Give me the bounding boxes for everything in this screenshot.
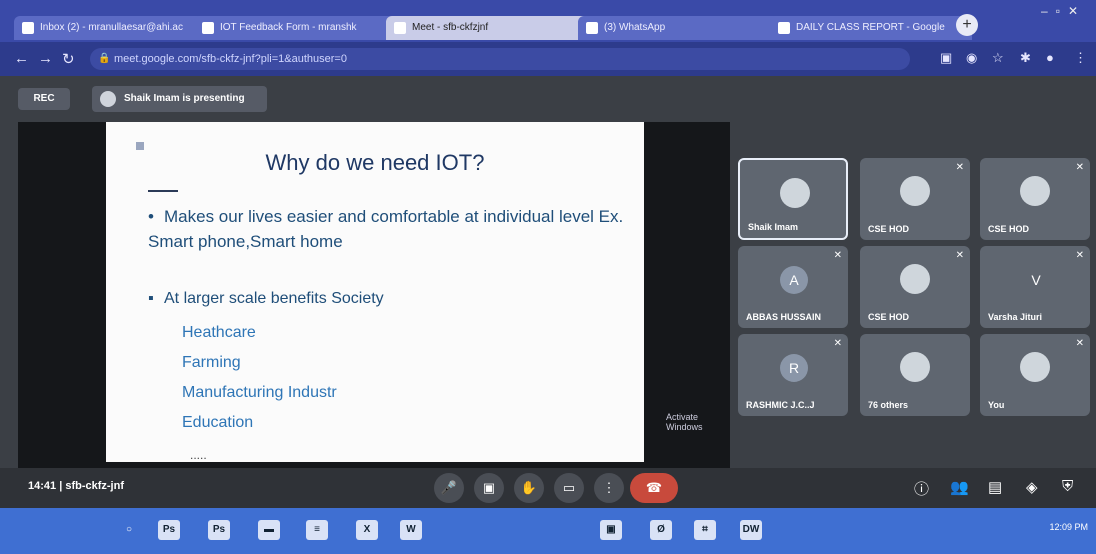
info-icon[interactable]: ⓘ bbox=[914, 478, 929, 499]
mic-off-icon: ✕ bbox=[833, 338, 842, 349]
meet-control-bar: 14:41 | sfb-ckfz-jnf 🎤 ▣ ✋ ▭ ⋮ ☎ ⓘ 👥 ▤ ◈… bbox=[0, 468, 1096, 508]
slide-subitem: Manufacturing Industr bbox=[182, 384, 337, 401]
participant-tile[interactable]: ✕ R RASHMIC J.C..J bbox=[738, 334, 848, 416]
tab-meet[interactable]: Meet - sfb-ckfzjnf × bbox=[386, 16, 596, 40]
bullet-dot: • bbox=[148, 207, 154, 226]
browser-tab-strip: Inbox (2) - mranullaesar@ahi.ac × IOT Fe… bbox=[0, 0, 1096, 42]
participant-tile[interactable]: 76 others bbox=[860, 334, 970, 416]
taskbar-app-icon[interactable]: DW bbox=[740, 520, 762, 540]
taskbar-app-icon[interactable]: Ø bbox=[650, 520, 672, 540]
slide-subitem: Heathcare bbox=[182, 324, 256, 341]
taskbar-app-icon[interactable]: ▣ bbox=[600, 520, 622, 540]
participant-photo bbox=[900, 176, 930, 206]
new-tab-button[interactable]: + bbox=[956, 14, 978, 36]
slide-subitem: Farming bbox=[182, 354, 241, 371]
taskbar-app-icon[interactable]: X bbox=[356, 520, 378, 540]
url-field[interactable]: 🔒 meet.google.com/sfb-ckfz-jnf?pli=1&aut… bbox=[90, 48, 910, 70]
bullet-square: ▪ bbox=[148, 290, 154, 307]
meet-icon bbox=[394, 22, 406, 34]
presenting-banner: Shaik Imam is presenting bbox=[92, 86, 267, 112]
participant-initial: V bbox=[1031, 272, 1041, 288]
system-clock[interactable]: 12:09 PM bbox=[1049, 522, 1088, 532]
bookmark-star-icon[interactable]: ☆ bbox=[992, 50, 1004, 66]
more-options-icon[interactable]: ⋮ bbox=[594, 473, 624, 503]
participant-initial: R bbox=[780, 354, 808, 382]
activities-icon[interactable]: ◈ bbox=[1026, 478, 1038, 496]
forward-icon[interactable]: → bbox=[38, 50, 53, 67]
meeting-code: 14:41 | sfb-ckfz-jnf bbox=[28, 480, 124, 492]
tab-daily-report[interactable]: DAILY CLASS REPORT - Google × bbox=[770, 16, 972, 40]
participant-photo bbox=[1020, 352, 1050, 382]
shared-slide: Why do we need IOT? • Makes our lives eas… bbox=[106, 122, 644, 462]
forms-icon bbox=[202, 22, 214, 34]
participant-photo bbox=[780, 178, 810, 208]
reload-icon[interactable]: ↻ bbox=[62, 50, 75, 68]
cortana-icon[interactable]: ○ bbox=[118, 520, 140, 540]
sheets-icon bbox=[778, 22, 790, 34]
participant-tile[interactable]: ✕ CSE HOD bbox=[860, 246, 970, 328]
address-bar: ← → ↻ 🔒 meet.google.com/sfb-ckfz-jnf?pli… bbox=[0, 42, 1096, 76]
end-call-button[interactable]: ☎ bbox=[630, 473, 678, 503]
slide-divider bbox=[148, 190, 178, 192]
presenter-avatar bbox=[100, 91, 116, 107]
slide-bullet-2: ▪ At larger scale benefits Society bbox=[148, 290, 384, 307]
window-controls[interactable]: –▫✕ bbox=[1041, 4, 1086, 18]
host-controls-icon[interactable]: ⛨ bbox=[1062, 478, 1073, 495]
recording-badge: REC bbox=[18, 88, 70, 110]
participant-initial: A bbox=[780, 266, 808, 294]
whatsapp-icon bbox=[586, 22, 598, 34]
raise-hand-icon[interactable]: ✋ bbox=[514, 473, 544, 503]
taskbar-app-icon[interactable]: Ps bbox=[158, 520, 180, 540]
taskbar-app-icon[interactable]: Ps bbox=[208, 520, 230, 540]
tab-iot-feedback[interactable]: IOT Feedback Form - mranshk × bbox=[194, 16, 404, 40]
extensions-icon[interactable]: ✱ bbox=[1020, 50, 1031, 66]
others-group-icon bbox=[900, 352, 930, 382]
activate-windows-watermark: Activate Windows bbox=[666, 412, 703, 432]
people-icon[interactable]: 👥 bbox=[950, 478, 969, 496]
participant-tile[interactable]: ✕ You bbox=[980, 334, 1090, 416]
profile-avatar-icon[interactable]: ● bbox=[1046, 50, 1054, 65]
tab-whatsapp[interactable]: (3) WhatsApp × bbox=[578, 16, 788, 40]
participant-tile[interactable]: ✕ V Varsha Jituri bbox=[980, 246, 1090, 328]
mic-off-icon: ✕ bbox=[1075, 338, 1084, 349]
camera-icon[interactable]: ◉ bbox=[966, 50, 977, 66]
slide-ellipsis: ..... bbox=[190, 448, 207, 462]
participant-tile[interactable]: ✕ CSE HOD bbox=[980, 158, 1090, 240]
mic-off-icon: ✕ bbox=[955, 162, 964, 173]
taskbar-app-icon[interactable]: ⌗ bbox=[694, 520, 716, 540]
participant-tile[interactable]: ✕ CSE HOD bbox=[860, 158, 970, 240]
participant-tile[interactable]: Shaik Imam bbox=[738, 158, 848, 240]
mic-off-icon: ✕ bbox=[833, 250, 842, 261]
taskbar-app-icon[interactable]: ≡ bbox=[306, 520, 328, 540]
participant-tile[interactable]: ✕ A ABBAS HUSSAIN bbox=[738, 246, 848, 328]
mic-off-icon: ✕ bbox=[1075, 162, 1084, 173]
presentation-stage: Why do we need IOT? • Makes our lives eas… bbox=[18, 122, 730, 468]
slide-title: Why do we need IOT? bbox=[265, 150, 485, 175]
present-screen-icon[interactable]: ▭ bbox=[554, 473, 584, 503]
chat-icon[interactable]: ▤ bbox=[988, 478, 1002, 496]
os-taskbar: ○ Ps Ps ▬ ≡ X W ▣ Ø ⌗ DW 12:09 PM bbox=[0, 508, 1096, 554]
meet-window: REC Shaik Imam is presenting Why do we n… bbox=[0, 76, 1096, 508]
gmail-icon bbox=[22, 22, 34, 34]
cast-icon[interactable]: ▣ bbox=[940, 50, 952, 66]
slide-subitem: Education bbox=[182, 414, 254, 431]
taskbar-app-icon[interactable]: ▬ bbox=[258, 520, 280, 540]
menu-kebab-icon[interactable]: ⋮ bbox=[1074, 50, 1087, 66]
participant-photo bbox=[1020, 176, 1050, 206]
mic-off-icon: ✕ bbox=[1075, 250, 1084, 261]
camera-toggle-icon[interactable]: ▣ bbox=[474, 473, 504, 503]
participant-photo bbox=[900, 264, 930, 294]
back-icon[interactable]: ← bbox=[14, 50, 29, 67]
mic-toggle-icon[interactable]: 🎤 bbox=[434, 473, 464, 503]
slide-logo bbox=[136, 142, 144, 150]
mic-off-icon: ✕ bbox=[955, 250, 964, 261]
tab-inbox[interactable]: Inbox (2) - mranullaesar@ahi.ac × bbox=[14, 16, 210, 40]
slide-bullet-1: • Makes our lives easier and comfortable … bbox=[148, 204, 628, 254]
lock-icon: 🔒 bbox=[98, 53, 111, 64]
taskbar-app-icon[interactable]: W bbox=[400, 520, 422, 540]
